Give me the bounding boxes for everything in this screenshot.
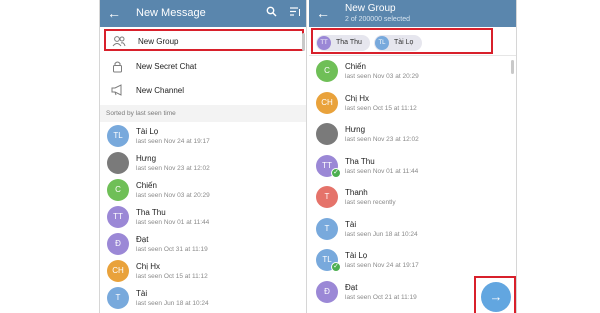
last-seen-status: last seen Nov 24 at 19:17	[136, 138, 210, 145]
avatar	[107, 152, 129, 174]
screen-title: New Group	[345, 3, 396, 14]
contact-row[interactable]: T Thanh last seen recently	[309, 183, 516, 213]
contact-name: Thanh	[345, 188, 368, 197]
next-button[interactable]: →	[481, 282, 511, 312]
contact-row[interactable]: TL Tài Lọ last seen Nov 24 at 19:17	[100, 122, 306, 152]
last-seen-status: last seen Nov 23 at 12:02	[345, 136, 419, 143]
check-icon: ✓	[331, 262, 341, 272]
contact-name: Tài	[136, 289, 148, 298]
avatar: T	[316, 186, 338, 208]
chip-label: Tha Thu	[336, 39, 362, 46]
new-secret-chat-menu-item[interactable]: New Secret Chat	[104, 56, 304, 78]
new-channel-menu-item[interactable]: New Channel	[104, 80, 304, 102]
contact-name: Chiến	[136, 181, 157, 190]
contact-row[interactable]: C Chiến last seen Nov 03 at 20:29	[309, 57, 516, 87]
lock-icon	[110, 60, 124, 74]
avatar: TL	[107, 125, 129, 147]
selected-chip[interactable]: TL Tài Lọ	[374, 35, 422, 51]
contact-name: Tài	[345, 219, 357, 229]
section-label: Sorted by last seen time	[106, 110, 176, 117]
divider	[309, 55, 516, 56]
sort-icon[interactable]	[288, 6, 302, 20]
contact-row[interactable]: CH Chị Hx last seen Oct 15 at 11:12	[309, 89, 516, 119]
contact-name: Đạt	[345, 282, 358, 292]
contact-row[interactable]: Hưng last seen Nov 23 at 12:02	[309, 120, 516, 150]
last-seen-status: last seen recently	[345, 199, 396, 206]
contact-row[interactable]: Đ Đạt last seen Oct 31 at 11:19	[100, 230, 306, 260]
search-icon[interactable]	[264, 6, 278, 20]
avatar: C	[316, 60, 338, 82]
last-seen-status: last seen Oct 21 at 11:19	[345, 293, 417, 301]
contact-row[interactable]: TT Tha Thu last seen Nov 01 at 11:44 ✓	[309, 152, 516, 182]
contact-name: Chiến	[345, 62, 366, 71]
contact-row[interactable]: TT Tha Thu last seen Nov 01 at 11:44	[100, 203, 306, 233]
contact-row[interactable]: Hưng last seen Nov 23 at 12:02	[100, 149, 306, 179]
menu-item-label: New Group	[138, 37, 179, 46]
contact-row[interactable]: T Tài last seen Jun 18 at 10:24	[100, 284, 306, 313]
contact-row[interactable]: CH Chị Hx last seen Oct 15 at 11:12	[100, 257, 306, 287]
last-seen-status: last seen Jun 18 at 10:24	[345, 230, 418, 238]
last-seen-status: last seen Nov 03 at 20:29	[345, 73, 419, 80]
last-seen-status: last seen Nov 23 at 12:02	[136, 165, 210, 172]
new-group-menu-item[interactable]: New Group	[104, 29, 304, 51]
avatar: C	[107, 179, 129, 201]
avatar: CH	[107, 260, 129, 282]
new-group-screen: ← New Group 2 of 200000 selected TT Tha …	[309, 0, 517, 313]
arrow-right-icon: →	[489, 289, 503, 304]
app-bar: ← New Message	[100, 0, 306, 27]
menu-item-label: New Channel	[136, 86, 185, 95]
avatar: Đ	[316, 280, 338, 303]
avatar: TT	[107, 206, 129, 228]
selected-members-highlight: TT Tha Thu TL Tài Lọ	[311, 28, 493, 54]
scrollbar[interactable]	[302, 33, 305, 51]
selection-count: 2 of 200000 selected	[345, 16, 410, 23]
contact-name: Hưng	[136, 154, 157, 163]
last-seen-status: last seen Nov 01 at 11:44	[345, 167, 419, 175]
avatar: T	[316, 217, 338, 240]
avatar: T	[107, 287, 129, 309]
contact-name: Tha Thu	[345, 156, 375, 166]
contact-name: Đạt	[136, 235, 149, 244]
last-seen-status: last seen Nov 24 at 19:17	[345, 262, 419, 269]
app-bar: ← New Group 2 of 200000 selected	[309, 0, 516, 27]
last-seen-status: last seen Jun 18 at 10:24	[136, 300, 209, 307]
group-icon	[112, 35, 126, 49]
selected-chip[interactable]: TT Tha Thu	[316, 35, 370, 51]
chip-label: Tài Lọ	[394, 39, 414, 46]
avatar: TT	[317, 36, 331, 50]
last-seen-status: last seen Oct 15 at 11:12	[345, 104, 417, 112]
contact-name: Tha Thu	[136, 208, 166, 217]
last-seen-status: last seen Oct 15 at 11:12	[136, 273, 208, 280]
screen-title: New Message	[136, 7, 206, 19]
last-seen-status: last seen Nov 01 at 11:44	[136, 219, 210, 226]
back-arrow-icon[interactable]: ←	[315, 5, 331, 21]
contact-row[interactable]: TL Tài Lọ last seen Nov 24 at 19:17 ✓	[309, 246, 516, 276]
contact-name: Tài Lọ	[136, 127, 159, 136]
megaphone-icon	[110, 84, 124, 98]
last-seen-status: last seen Nov 03 at 20:29	[136, 192, 210, 199]
avatar	[316, 123, 338, 145]
check-icon: ✓	[331, 167, 341, 178]
contact-row[interactable]: C Chiến last seen Nov 03 at 20:29	[100, 176, 306, 206]
menu-item-label: New Secret Chat	[136, 62, 197, 71]
selected-members-bar: TT Tha Thu TL Tài Lọ	[309, 27, 516, 55]
avatar: CH	[316, 91, 338, 114]
contact-name: Tài Lọ	[345, 251, 368, 260]
contact-name: Hưng	[345, 125, 366, 134]
contact-row[interactable]: T Tài last seen Jun 18 at 10:24	[309, 215, 516, 245]
contact-name: Chị Hx	[136, 262, 161, 271]
new-message-screen: ← New Message New Group New Secret Chat …	[99, 0, 307, 313]
avatar: TL	[375, 36, 389, 50]
avatar: Đ	[107, 233, 129, 255]
contact-name: Chị Hx	[345, 93, 370, 103]
back-arrow-icon[interactable]: ←	[106, 5, 122, 21]
last-seen-status: last seen Oct 31 at 11:19	[136, 246, 208, 253]
